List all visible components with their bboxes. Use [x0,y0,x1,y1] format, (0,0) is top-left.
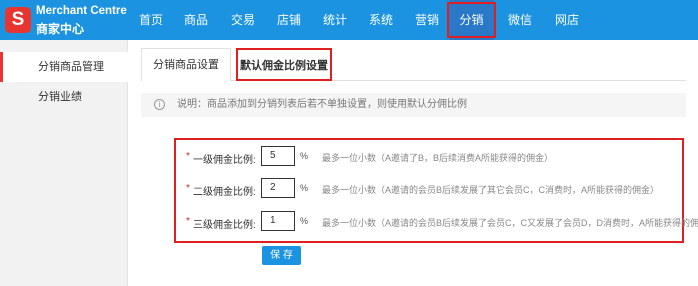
level3-hint: 最多一位小数（A邀请的会员B后续发展了会员C，C又发展了会员D，D消费时，A所能… [322,218,698,228]
level1-hint: 最多一位小数（A邀请了B，B后续消费A所能获得的佣金） [322,153,554,163]
brand-name-en: Merchant Centre [36,5,127,17]
required-mark: * [186,183,190,194]
commission-form: * 一级佣金比例: 5 % 最多一位小数（A邀请了B，B后续消费A所能获得的佣金… [174,138,698,243]
level2-rate-input[interactable]: 2 [261,178,295,198]
sidebar-item-distribution-goods[interactable]: 分销商品管理 [0,52,128,82]
notice-bar: i 说明：商品添加到分销列表后若不单独设置，则使用默认分佣比例 [141,93,686,117]
nav-item-trade[interactable]: 交易 [228,0,258,40]
notice-text: 说明：商品添加到分销列表后若不单独设置，则使用默认分佣比例 [177,99,467,110]
percent-unit: % [300,183,309,193]
brand[interactable]: S Merchant Centre 商家中心 [0,0,130,40]
top-nav-bar: S Merchant Centre 商家中心 首页 商品 交易 店铺 统计 系统… [0,0,698,40]
required-mark: * [186,151,190,162]
nav-item-wechat[interactable]: 微信 [505,0,535,40]
nav-highlight-box [447,2,496,38]
nav-item-store[interactable]: 店铺 [274,0,304,40]
sidebar: 分销商品管理 分销业绩 [0,40,128,286]
level2-hint: 最多一位小数（A邀请的会员B后续发展了其它会员C，C消费时，A所能获得的佣金） [322,185,660,195]
level2-label: 二级佣金比例: [193,187,256,198]
tab-bar: 分销商品设置 默认佣金比例设置 [141,48,686,81]
tab-default-commission-settings[interactable]: 默认佣金比例设置 [236,48,332,81]
tab-distribution-goods-settings[interactable]: 分销商品设置 [141,48,231,81]
sidebar-item-distribution-performance[interactable]: 分销业绩 [0,82,128,112]
form-row-level1: * 一级佣金比例: 5 % 最多一位小数（A邀请了B，B后续消费A所能获得的佣金… [176,146,686,168]
percent-unit: % [300,151,309,161]
brand-name-cn: 商家中心 [36,22,85,36]
brand-logo-icon: S [5,7,31,33]
nav-item-goods[interactable]: 商品 [181,0,211,40]
save-button[interactable]: 保 存 [262,246,301,265]
info-icon: i [154,99,165,110]
form-row-level3: * 三级佣金比例: 1 % 最多一位小数（A邀请的会员B后续发展了会员C，C又发… [176,211,698,233]
nav-item-stats[interactable]: 统计 [320,0,350,40]
level1-rate-input[interactable]: 5 [261,146,295,166]
nav-item-system[interactable]: 系统 [366,0,396,40]
level3-rate-input[interactable]: 1 [261,211,295,231]
level1-label: 一级佣金比例: [193,155,256,166]
required-mark: * [186,216,190,227]
nav-item-marketing[interactable]: 营销 [412,0,442,40]
form-row-level2: * 二级佣金比例: 2 % 最多一位小数（A邀请的会员B后续发展了其它会员C，C… [176,178,686,200]
level3-label: 三级佣金比例: [193,220,256,231]
percent-unit: % [300,216,309,226]
nav-item-online-store[interactable]: 网店 [552,0,582,40]
nav-item-home[interactable]: 首页 [136,0,166,40]
